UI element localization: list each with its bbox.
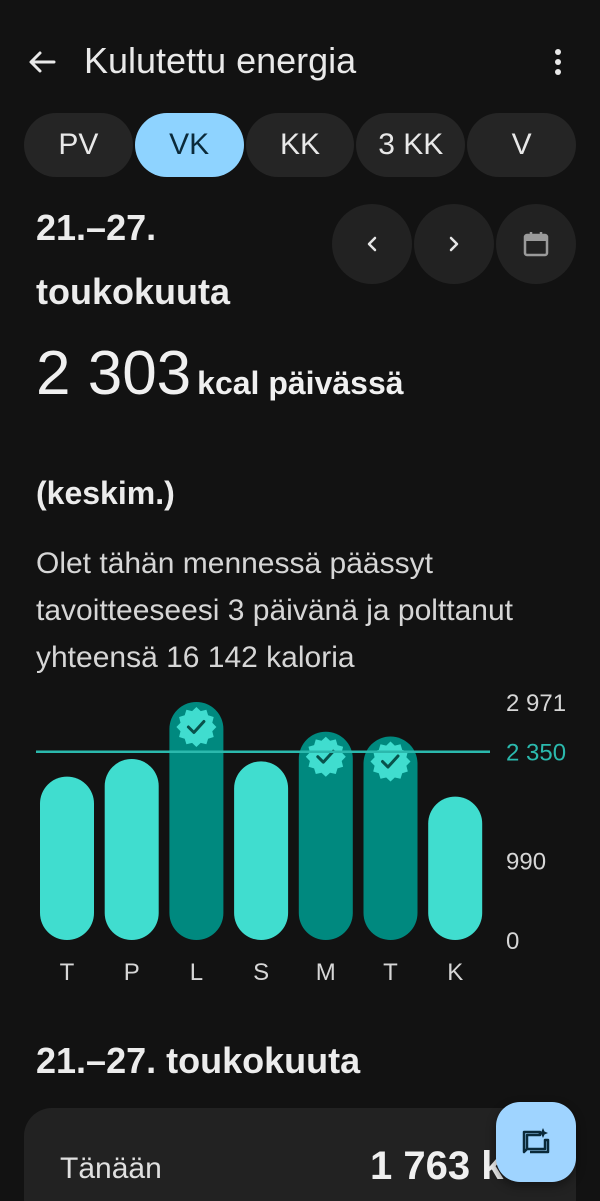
y-tick-label: 990 <box>506 849 546 876</box>
next-week-button[interactable] <box>414 204 494 284</box>
list-item-label: Tänään <box>60 1152 162 1185</box>
goal-label: 2 350 <box>506 740 566 767</box>
tab-3-months[interactable]: 3 KK <box>356 113 466 177</box>
y-tick-label: 0 <box>506 928 519 955</box>
tab-day[interactable]: PV <box>24 113 133 177</box>
average-number: 2 303 <box>36 339 192 408</box>
more-vert-icon[interactable] <box>540 40 576 84</box>
x-tick-label: T <box>383 959 398 986</box>
chart-bar <box>234 761 289 940</box>
period-tabs: PV VK KK 3 KK V <box>24 113 576 177</box>
chart-bar <box>428 796 483 940</box>
calendar-icon <box>523 232 549 257</box>
chat-sparkle-icon <box>522 1128 550 1154</box>
x-tick-label: P <box>124 959 140 986</box>
average-label: (keskim.) <box>36 475 175 511</box>
x-tick-label: S <box>253 959 269 986</box>
chevron-right-icon <box>449 236 459 252</box>
arrow-left-icon[interactable] <box>20 40 64 84</box>
page-title: Kulutettu energia <box>84 40 357 81</box>
date-range-label: 21.–27. toukokuuta <box>36 207 230 312</box>
calendar-button[interactable] <box>496 204 576 284</box>
top-app-bar: Kulutettu energia <box>0 0 600 120</box>
chevron-left-icon <box>367 236 377 252</box>
y-tick-label: 2 971 <box>506 690 566 717</box>
average-value: 2 303 kcal päivässä <box>36 338 404 409</box>
x-tick-label: K <box>447 959 463 986</box>
assistant-fab[interactable] <box>496 1102 576 1182</box>
x-tick-label: T <box>60 959 75 986</box>
goal-description: Olet tähän mennessä päässyt tavoitteesee… <box>36 547 513 674</box>
x-tick-label: L <box>190 959 203 986</box>
energy-bar-chart: T P L S M T K 2 350 2 971 990 0 <box>36 690 566 986</box>
average-unit: kcal päivässä <box>197 365 404 401</box>
tab-year[interactable]: V <box>467 113 576 177</box>
daily-list-card: Tänään 1 763 kcal <box>24 1108 576 1201</box>
chart-bar <box>104 758 159 940</box>
tab-week[interactable]: VK <box>134 113 244 177</box>
previous-week-button[interactable] <box>332 204 412 284</box>
chart-bar <box>40 776 94 940</box>
tab-month[interactable]: KK <box>245 113 355 177</box>
x-tick-label: M <box>316 959 336 986</box>
list-section-title: 21.–27. toukokuuta <box>36 1040 361 1081</box>
